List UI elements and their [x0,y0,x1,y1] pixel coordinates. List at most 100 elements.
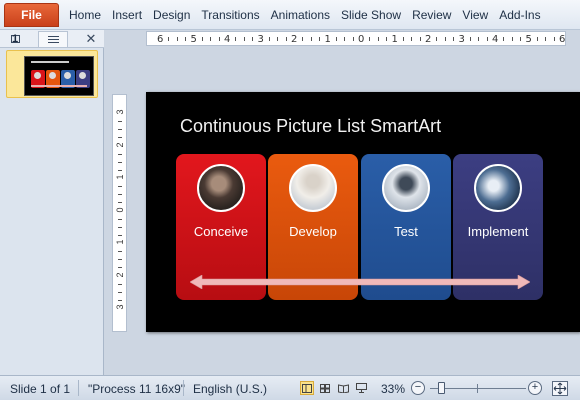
card-label[interactable]: Test [361,224,451,239]
tab-insert[interactable]: Insert [107,8,147,22]
slide-title[interactable]: Continuous Picture List SmartArt [180,116,441,137]
ruler-minor-tick [319,37,321,41]
ruler-minor-tick [386,37,388,41]
file-tab[interactable]: File [4,3,59,27]
ruler-minor-tick [520,37,522,41]
card-label[interactable]: Develop [268,224,358,239]
thumbnail-title [31,61,69,63]
ruler-tick-label: 1 [115,239,125,245]
ruler-tick-label: 1 [391,34,398,45]
ruler-minor-tick [118,299,122,301]
ruler-tick-label: 3 [115,304,125,310]
language[interactable]: English (U.S.) [193,382,267,396]
tab-transitions[interactable]: Transitions [196,8,264,22]
outline-tab[interactable] [38,31,68,47]
ribbon-tab-bar: File Home Insert Design Transitions Anim… [0,0,580,30]
picture-placeholder[interactable] [474,164,522,212]
ruler-minor-tick [118,153,122,155]
ruler-minor-tick [118,186,122,188]
status-divider [183,380,184,396]
status-bar: Slide 1 of 1 "Process 11 16x9" English (… [0,375,580,400]
thumbnail-photo [49,72,56,79]
ruler-tick-label: 2 [291,34,298,45]
card-label[interactable]: Conceive [176,224,266,239]
ruler-minor-tick [252,37,254,41]
close-icon: ✕ [85,31,97,46]
zoom-level[interactable]: 33% [381,382,405,396]
zoom-slider-thumb[interactable] [438,382,445,394]
ruler-tick-label: 1 [115,174,125,180]
slide-count: Slide 1 of 1 [10,382,71,396]
ruler-minor-tick [201,37,203,41]
ruler-tick-label: 0 [358,34,365,45]
ruler-minor-tick [453,37,455,41]
ruler-tick-label: 2 [115,142,125,148]
normal-view-button[interactable] [300,381,314,395]
tab-design[interactable]: Design [148,8,195,22]
ruler-minor-tick [118,291,122,293]
ruler-tick-label: 1 [324,34,331,45]
zoom-in-button[interactable]: + [528,381,542,395]
card-label[interactable]: Implement [453,224,543,239]
ruler-minor-tick [436,37,438,41]
ruler-minor-tick [310,37,312,41]
ruler-minor-tick [118,259,122,261]
ruler-minor-tick [118,169,122,171]
slide-sorter-icon [320,383,330,393]
ruler-minor-tick [118,251,122,253]
ruler-minor-tick [118,121,122,123]
slide-thumbnail[interactable] [24,56,94,96]
picture-placeholder[interactable] [289,164,337,212]
double-arrow[interactable] [190,275,530,289]
tab-home[interactable]: Home [64,8,106,22]
plus-icon: + [531,381,539,393]
ruler-minor-tick [118,234,122,236]
ruler-tick-label: 2 [425,34,432,45]
ruler-minor-tick [478,37,480,41]
reading-view-icon [337,383,349,393]
tab-view[interactable]: View [457,8,493,22]
tab-review[interactable]: Review [407,8,456,22]
theme-name[interactable]: "Process 11 16x9" [88,382,185,396]
ruler-tick-label: 5 [525,34,532,45]
normal-view-icon [302,383,312,393]
ruler-minor-tick [486,37,488,41]
ruler-tick-label: 2 [115,272,125,278]
tab-animations[interactable]: Animations [266,8,335,22]
picture-placeholder[interactable] [382,164,430,212]
ruler-tick-label: 3 [115,109,125,115]
ruler-tick-label: 6 [559,34,566,45]
ruler-minor-tick [235,37,237,41]
ruler-minor-tick [118,226,122,228]
reading-view-button[interactable] [336,381,350,395]
ruler-minor-tick [444,37,446,41]
ruler-tick-label: 6 [157,34,164,45]
slide-canvas[interactable]: Continuous Picture List SmartArt Conceiv… [146,92,580,332]
ruler-minor-tick [210,37,212,41]
ruler-minor-tick [118,283,122,285]
ruler-minor-tick [118,161,122,163]
fit-to-window-icon [553,382,567,395]
tab-slide-show[interactable]: Slide Show [336,8,406,22]
fit-slide-button[interactable] [552,381,568,396]
ruler-minor-tick [285,37,287,41]
ruler-tick-label: 4 [224,34,231,45]
ruler-minor-tick [218,37,220,41]
slide-sorter-button[interactable] [318,381,332,395]
ruler-minor-tick [536,37,538,41]
ruler-minor-tick [411,37,413,41]
vertical-ruler: 3 2 1 0 1 2 3 [112,94,127,332]
ruler-minor-tick [302,37,304,41]
zoom-out-button[interactable]: − [411,381,425,395]
ruler-tick-label: 4 [492,34,499,45]
slide-show-button[interactable] [354,381,368,395]
ruler-minor-tick [377,37,379,41]
ruler-minor-tick [168,37,170,41]
ruler-minor-tick [118,267,122,269]
ruler-minor-tick [185,37,187,41]
close-panel-button[interactable]: ✕ [82,31,100,47]
ruler-minor-tick [243,37,245,41]
zoom-slider-midpoint [477,384,478,393]
tab-add-ins[interactable]: Add-Ins [494,8,545,22]
picture-placeholder[interactable] [197,164,245,212]
